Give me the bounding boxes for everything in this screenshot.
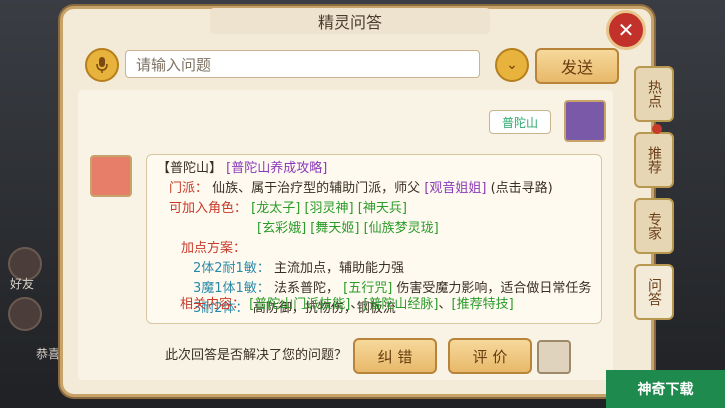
related-row: 相关内容： [普陀山门派技能]、[普陀山经脉]、[推荐特技] bbox=[180, 295, 514, 315]
role-link[interactable]: [神天兵] bbox=[358, 201, 407, 216]
skill-link[interactable]: [五行咒] bbox=[343, 281, 392, 296]
friend-label: 好友 bbox=[10, 277, 35, 291]
role-link[interactable]: [羽灵神] bbox=[304, 201, 353, 216]
close-button[interactable]: ✕ bbox=[606, 10, 646, 50]
tab-qa[interactable]: 问答 bbox=[634, 264, 674, 320]
mic-button[interactable] bbox=[85, 48, 119, 82]
rate-button[interactable]: 评 价 bbox=[448, 338, 532, 374]
role-link[interactable]: [龙太子] bbox=[251, 201, 300, 216]
chevron-down-icon: ⌄ bbox=[506, 57, 518, 73]
reply-header: 【普陀山】 bbox=[157, 161, 223, 176]
plan-key: 3魔1体1敏： bbox=[193, 281, 270, 296]
notification-dot bbox=[652, 124, 662, 134]
master-hint: (点击寻路) bbox=[490, 181, 553, 196]
watermark-logo: 神奇下载 bbox=[606, 370, 725, 408]
feedback-question: 此次回答是否解决了您的问题？ bbox=[165, 348, 348, 363]
expand-button[interactable] bbox=[537, 340, 571, 374]
sect-label: 门派： bbox=[169, 181, 209, 196]
mic-icon bbox=[96, 57, 108, 73]
user-message: 普陀山 bbox=[489, 110, 551, 134]
role-link[interactable]: [舞天姬] bbox=[310, 221, 359, 236]
input-row: 请输入问题 ⌄ 发送 bbox=[85, 48, 625, 84]
related-separator: 、 bbox=[350, 297, 364, 312]
related-link[interactable]: [推荐特技] bbox=[452, 297, 514, 312]
roles-label: 可加入角色： bbox=[169, 201, 248, 216]
correct-button[interactable]: 纠 错 bbox=[353, 338, 437, 374]
related-label: 相关内容： bbox=[180, 297, 246, 312]
dialog-title: 精灵问答 bbox=[317, 15, 382, 32]
history-dropdown-button[interactable]: ⌄ bbox=[495, 48, 529, 82]
plan-desc: 法系普陀， bbox=[273, 281, 339, 296]
related-link[interactable]: [普陀山经脉] bbox=[363, 297, 438, 312]
user-avatar bbox=[564, 100, 606, 142]
title-bar: 精灵问答 bbox=[210, 8, 490, 34]
tab-hot[interactable]: 热点 bbox=[634, 66, 674, 122]
plan-label: 加点方案： bbox=[181, 241, 247, 256]
guide-link[interactable]: [普陀山养成攻略] bbox=[226, 161, 327, 176]
close-icon: ✕ bbox=[617, 18, 635, 42]
feedback-row: 此次回答是否解决了您的问题？ 纠 错 评 价 bbox=[165, 336, 585, 374]
role-link[interactable]: [仙族梦灵珑] bbox=[364, 221, 439, 236]
chat-icon[interactable] bbox=[8, 297, 42, 331]
tab-expert[interactable]: 专家 bbox=[634, 198, 674, 254]
tab-recommend[interactable]: 推荐 bbox=[634, 132, 674, 188]
user-message-text: 普陀山 bbox=[501, 115, 538, 130]
role-link[interactable]: [玄彩娥] bbox=[257, 221, 306, 236]
plan-desc-2: 伤害受魔力影响，适合做日常任务 bbox=[396, 281, 592, 296]
question-input[interactable]: 请输入问题 bbox=[125, 50, 480, 78]
send-button[interactable]: 发送 bbox=[535, 48, 619, 84]
hud-extra-label: 恭喜 bbox=[36, 347, 61, 361]
watermark-text: 神奇下载 bbox=[637, 382, 694, 398]
plan-desc: 主流加点，辅助能力强 bbox=[273, 261, 404, 276]
master-link[interactable]: [观音姐姐] bbox=[424, 181, 486, 196]
plan-key: 2体2耐1敏： bbox=[193, 261, 270, 276]
related-separator: 、 bbox=[438, 297, 452, 312]
sect-text: 仙族、属于治疗型的辅助门派，师父 bbox=[212, 181, 421, 196]
npc-avatar bbox=[90, 155, 132, 197]
related-link[interactable]: [普陀山门派技能] bbox=[249, 297, 350, 312]
